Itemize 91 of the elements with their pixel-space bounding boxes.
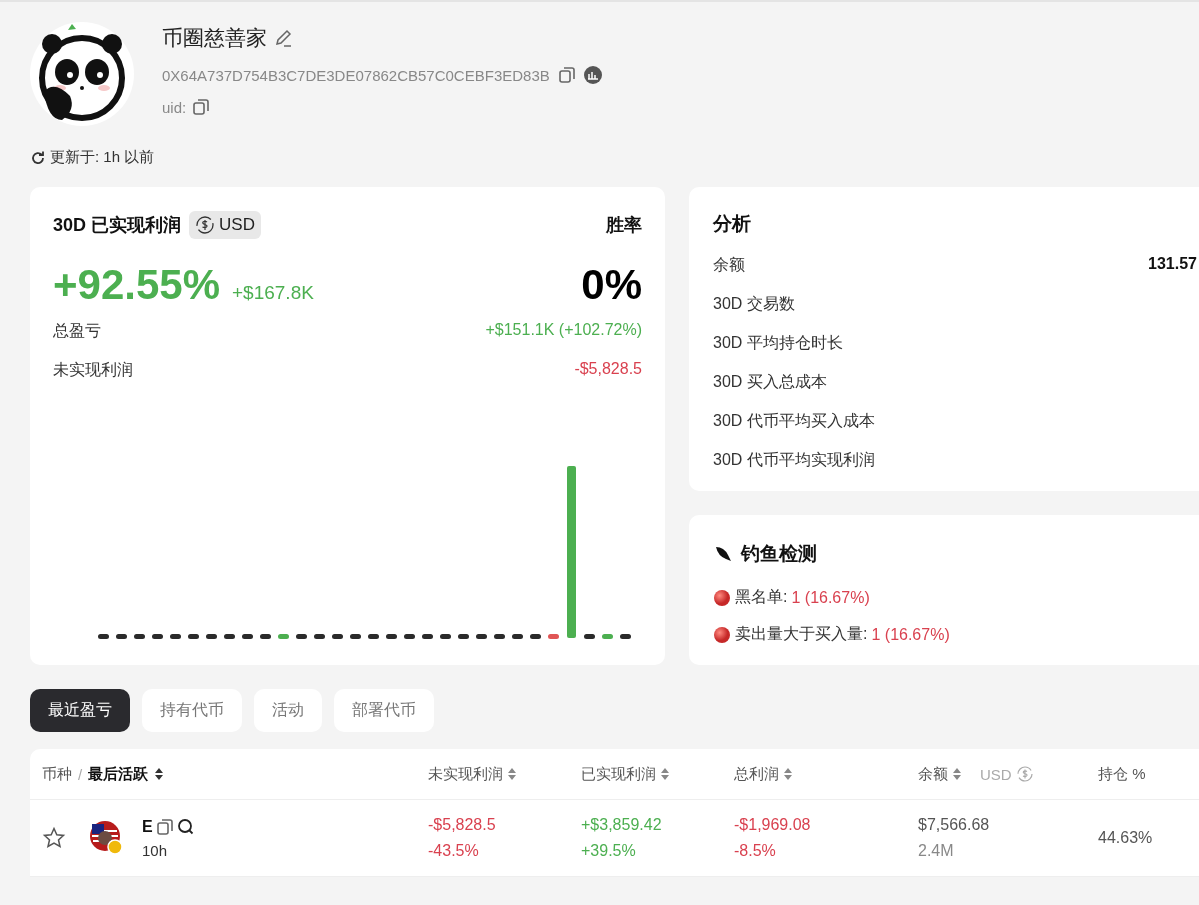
updated-time: 更新于: 1h 以前 — [50, 148, 155, 167]
column-header[interactable]: 总利润 — [734, 764, 779, 784]
edit-icon[interactable] — [273, 28, 293, 48]
bar — [404, 634, 415, 639]
stat-value: +$151.1K (+102.72%) — [485, 321, 642, 340]
stat-label: 未实现利润 — [53, 360, 133, 380]
stat-label: 30D 代币平均实现利润 — [713, 450, 875, 470]
profit-percent: -43.5% — [428, 842, 480, 860]
copy-icon[interactable] — [557, 66, 576, 84]
bar — [494, 634, 505, 639]
stat-value: 131.57 — [1148, 255, 1197, 274]
sort-icon[interactable] — [154, 766, 165, 782]
bar — [584, 634, 595, 639]
copy-icon[interactable] — [192, 98, 211, 116]
tab[interactable]: 持有代币 — [142, 689, 242, 732]
bar — [116, 634, 127, 639]
check-value: 1 (16.67%) — [791, 588, 870, 607]
bar — [440, 634, 451, 639]
balance-value: $7,566.68 — [918, 816, 991, 834]
check-label: 卖出量大于买入量: — [735, 624, 868, 644]
stat-label: 30D 买入总成本 — [713, 372, 827, 392]
token-logo — [90, 821, 124, 855]
chart-badge-icon[interactable] — [583, 66, 602, 84]
check-label: 黑名单: — [735, 587, 788, 607]
warning-dot-icon — [713, 588, 731, 607]
bar — [170, 634, 181, 639]
win-rate-label: 胜率 — [606, 214, 642, 237]
tab[interactable]: 活动 — [254, 689, 322, 732]
column-header[interactable]: 余额 — [918, 764, 948, 784]
tab[interactable]: 最近盈亏 — [30, 689, 130, 732]
currency-swap-icon — [195, 215, 216, 235]
bar — [278, 634, 289, 639]
column-header: 币种 — [42, 764, 72, 784]
column-header[interactable]: 已实现利润 — [581, 764, 656, 784]
bar — [422, 634, 433, 639]
bar — [458, 634, 469, 639]
bar — [386, 634, 397, 639]
position-percent: 44.63% — [1098, 829, 1154, 847]
bar — [152, 634, 163, 639]
profit-value: -$5,828.5 — [428, 816, 497, 834]
refresh-icon[interactable] — [30, 149, 46, 166]
bar — [224, 634, 235, 639]
bar — [476, 634, 487, 639]
win-rate-value: 0% — [581, 261, 642, 309]
card-title: 钓鱼检测 — [741, 542, 817, 566]
user-name: 币圈慈善家 — [162, 25, 267, 51]
profit-value: +$3,859.42 — [581, 816, 663, 834]
stat-label: 30D 交易数 — [713, 294, 795, 314]
bar — [530, 634, 541, 639]
stat-label: 30D 代币平均买入成本 — [713, 411, 875, 431]
card-title: 30D 已实现利润 — [53, 214, 182, 237]
check-value: 1 (16.67%) — [871, 625, 950, 644]
profit-percent: +39.5% — [581, 842, 637, 860]
copy-icon[interactable] — [155, 817, 174, 836]
bar — [260, 634, 271, 639]
currency-toggle[interactable]: USD — [189, 211, 261, 239]
stat-value: -$5,828.5 — [574, 360, 642, 379]
bar — [188, 634, 199, 639]
last-active-time: 10h — [142, 841, 169, 859]
stat-label: 总盈亏 — [53, 321, 101, 341]
wallet-address: 0X64A737D754B3C7DE3DE07862CB57C0CEBF3ED83B — [162, 66, 550, 84]
bar — [512, 634, 523, 639]
bar — [620, 634, 631, 639]
bar — [350, 634, 361, 639]
bar — [242, 634, 253, 639]
bar — [314, 634, 325, 639]
bar — [548, 634, 559, 639]
token-symbol: E — [142, 817, 153, 836]
stat-label: 30D 平均持仓时长 — [713, 333, 843, 353]
token-amount: 2.4M — [918, 842, 955, 860]
bar — [134, 634, 145, 639]
column-header: 持仓 % — [1098, 764, 1146, 784]
bar — [602, 634, 613, 639]
bar — [296, 634, 307, 639]
profit-percent: +92.55% — [53, 261, 220, 309]
separator: / — [78, 765, 83, 783]
bar — [206, 634, 217, 639]
bar — [368, 634, 379, 639]
card-title: 分析 — [713, 212, 751, 236]
column-header[interactable]: 未实现利润 — [428, 764, 503, 784]
column-header[interactable]: 最后活跃 — [88, 764, 149, 784]
star-icon[interactable] — [42, 826, 66, 850]
profit-percent: -8.5% — [734, 842, 777, 860]
uid-label: uid: — [162, 98, 187, 116]
warning-dot-icon — [713, 625, 731, 644]
bar — [332, 634, 343, 639]
tab[interactable]: 部署代币 — [334, 689, 434, 732]
stat-label: 余额 — [713, 255, 745, 275]
profit-amount: +$167.8K — [232, 282, 314, 304]
bar — [98, 634, 109, 639]
profit-value: -$1,969.08 — [734, 816, 812, 834]
